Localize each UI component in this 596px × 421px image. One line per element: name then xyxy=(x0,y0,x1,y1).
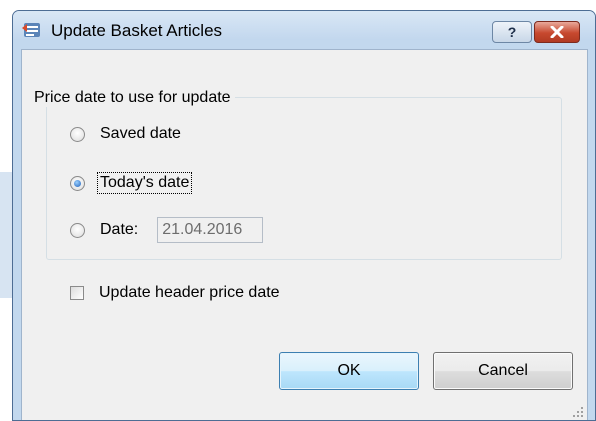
radio-saved-date[interactable]: Saved date xyxy=(70,121,181,147)
close-button[interactable] xyxy=(534,21,580,43)
ok-button[interactable]: OK xyxy=(279,352,419,390)
resize-grip-icon[interactable] xyxy=(572,406,584,418)
window-title: Update Basket Articles xyxy=(51,21,223,40)
radio-custom-date[interactable]: Date: 21.04.2016 xyxy=(70,217,264,243)
background-app-strip xyxy=(0,0,12,421)
dialog-window: Update Basket Articles ? Price date to u… xyxy=(12,10,596,421)
saved-date-label: Saved date xyxy=(100,125,181,142)
todays-date-label: Today's date xyxy=(97,172,193,194)
update-header-price-date-row[interactable]: Update header price date xyxy=(70,284,280,302)
dialog-body: Price date to use for update Saved date … xyxy=(21,49,588,420)
app-icon xyxy=(22,23,40,37)
todays-date-radio[interactable] xyxy=(70,175,85,191)
close-icon xyxy=(550,26,564,38)
saved-date-radio[interactable] xyxy=(70,126,85,142)
title-bar[interactable]: Update Basket Articles ? xyxy=(13,11,595,43)
cancel-button[interactable]: Cancel xyxy=(433,352,573,390)
update-header-price-date-label: Update header price date xyxy=(99,284,280,301)
custom-date-label: Date: xyxy=(100,221,139,238)
custom-date-radio[interactable] xyxy=(70,222,85,238)
date-input[interactable]: 21.04.2016 xyxy=(157,217,264,243)
background-highlight-band xyxy=(0,172,12,298)
radio-todays-date[interactable]: Today's date xyxy=(70,170,193,196)
help-icon: ? xyxy=(507,24,517,40)
help-button[interactable]: ? xyxy=(492,21,532,43)
update-header-price-date-checkbox[interactable] xyxy=(70,286,84,300)
price-date-group-label: Price date to use for update xyxy=(30,89,235,107)
